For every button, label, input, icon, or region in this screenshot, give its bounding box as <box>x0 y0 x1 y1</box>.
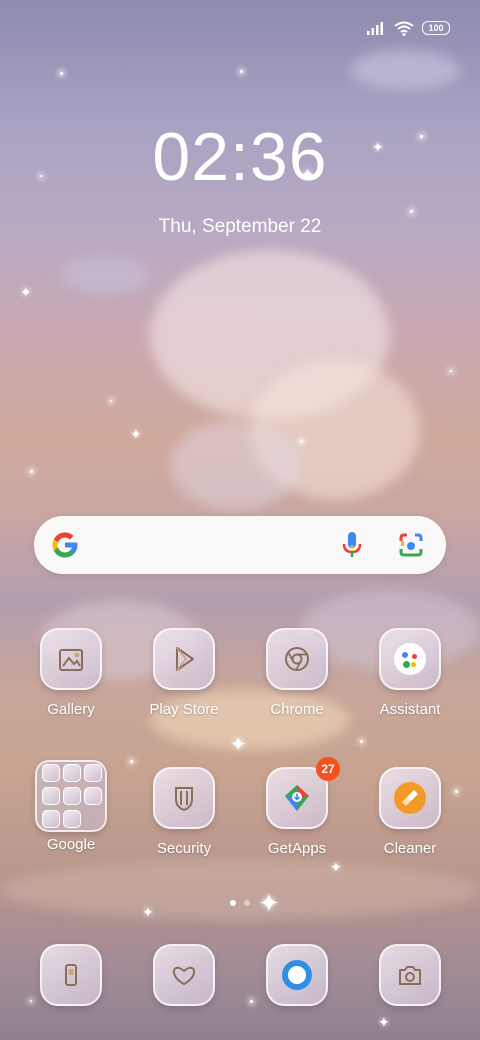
getapps-icon: 27 <box>266 757 340 829</box>
app-label: Google <box>46 836 96 853</box>
app-label: Assistant <box>379 701 441 718</box>
app-play-store[interactable]: Play Store <box>128 628 240 718</box>
messages-icon <box>153 944 215 1006</box>
lens-icon[interactable] <box>398 532 424 558</box>
camera-icon <box>379 944 441 1006</box>
chrome-icon <box>266 628 328 690</box>
security-shield-icon <box>153 767 215 829</box>
play-store-icon <box>153 628 215 690</box>
dock-messages[interactable] <box>128 944 240 1006</box>
app-label: Security <box>156 840 212 857</box>
wifi-icon <box>394 21 414 36</box>
gallery-icon <box>40 628 102 690</box>
google-search-bar[interactable] <box>34 516 446 574</box>
clock-date[interactable]: Thu, September 22 <box>0 216 480 238</box>
app-label: Play Store <box>149 701 219 718</box>
mic-icon[interactable] <box>340 531 364 559</box>
folder-icon <box>35 760 107 832</box>
page-dot-2[interactable] <box>244 900 250 906</box>
status-bar: 100 <box>366 18 450 38</box>
signal-icon <box>367 22 383 35</box>
app-security[interactable]: Security <box>128 767 240 857</box>
notification-badge: 27 <box>316 757 340 781</box>
battery-icon: 100 <box>422 21 450 35</box>
folder-google[interactable]: Google <box>15 760 127 853</box>
cleaner-brush-icon <box>379 767 441 829</box>
dock-browser[interactable] <box>241 944 353 1006</box>
dock-camera[interactable] <box>354 944 466 1006</box>
google-g-icon <box>52 532 78 558</box>
app-assistant[interactable]: Assistant <box>354 628 466 718</box>
dock-phone[interactable] <box>15 944 127 1006</box>
app-cleaner[interactable]: Cleaner <box>354 767 466 857</box>
assistant-icon <box>379 628 441 690</box>
app-gallery[interactable]: Gallery <box>15 628 127 718</box>
app-chrome[interactable]: Chrome <box>241 628 353 718</box>
page-indicator <box>0 900 480 906</box>
app-label: Chrome <box>270 701 324 718</box>
app-getapps[interactable]: 27 GetApps <box>241 757 353 857</box>
app-label: GetApps <box>267 840 327 857</box>
page-dot-1[interactable] <box>230 900 236 906</box>
clock-time[interactable]: 02:36 <box>0 118 480 196</box>
app-label: Cleaner <box>383 840 437 857</box>
phone-icon <box>40 944 102 1006</box>
browser-icon <box>266 944 328 1006</box>
app-label: Gallery <box>47 701 95 718</box>
